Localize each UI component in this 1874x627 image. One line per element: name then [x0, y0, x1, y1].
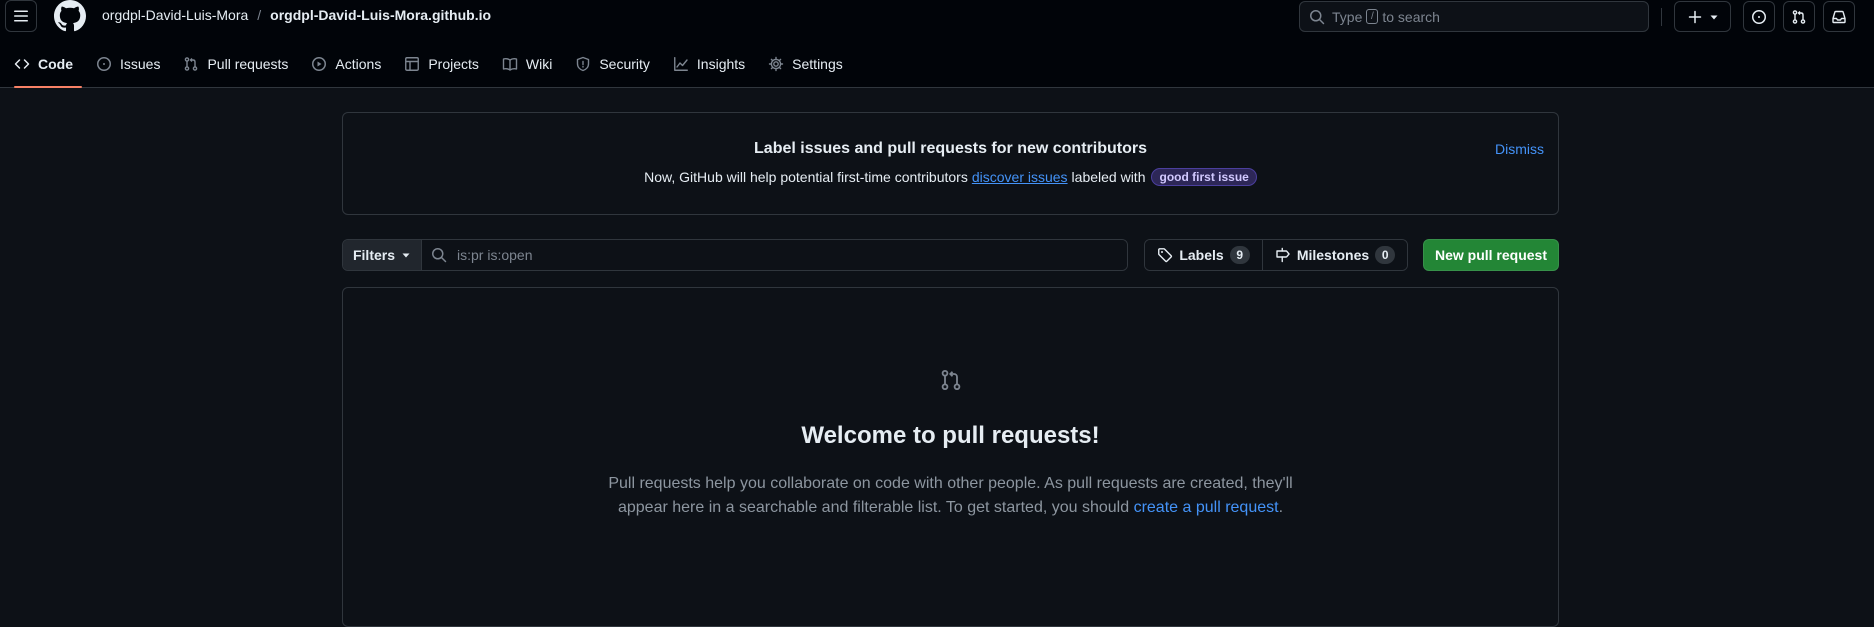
tab-insights[interactable]: Insights — [664, 48, 754, 80]
banner-description: Now, GitHub will help potential first-ti… — [343, 168, 1558, 186]
filters-label: Filters — [352, 247, 395, 263]
milestones-label: Milestones — [1296, 247, 1370, 263]
dismiss-button[interactable]: Dismiss — [1495, 141, 1544, 157]
search-icon — [431, 247, 447, 263]
app-header: orgdpl-David-Luis-Mora / orgdpl-David-Lu… — [0, 0, 1874, 88]
tab-projects[interactable]: Projects — [395, 48, 488, 80]
git-pull-request-icon — [183, 56, 199, 72]
search-shortcut-key: / — [1366, 9, 1379, 24]
search-icon — [1309, 9, 1325, 25]
pr-search-input[interactable]: is:pr is:open — [422, 240, 1127, 270]
book-icon — [502, 56, 518, 72]
filters-button[interactable]: Filters — [343, 240, 422, 270]
plus-icon — [1687, 9, 1703, 25]
table-icon — [404, 56, 420, 72]
banner-text-after: labeled with — [1071, 169, 1146, 185]
pr-search-query: is:pr is:open — [457, 247, 533, 263]
search-suffix: to search — [1382, 8, 1440, 25]
labels-milestones-group: Labels 9 Milestones 0 — [1144, 239, 1408, 271]
tab-label: Wiki — [525, 56, 553, 72]
banner-title: Label issues and pull requests for new c… — [754, 140, 1147, 157]
tab-pull-requests[interactable]: Pull requests — [174, 48, 297, 80]
tab-code[interactable]: Code — [5, 48, 82, 88]
tab-label: Insights — [696, 56, 746, 72]
tab-label: Code — [38, 56, 73, 72]
triangle-down-icon — [401, 250, 411, 260]
breadcrumb: orgdpl-David-Luis-Mora / orgdpl-David-Lu… — [102, 7, 491, 23]
labels-label: Labels — [1179, 247, 1224, 263]
tag-icon — [1157, 247, 1173, 263]
breadcrumb-separator: / — [257, 7, 262, 23]
tab-label: Pull requests — [207, 56, 289, 72]
tab-wiki[interactable]: Wiki — [493, 48, 561, 80]
blankslate-line-1: Pull requests help you collaborate on co… — [608, 475, 1293, 492]
create-pull-request-link[interactable]: create a pull request — [1134, 499, 1279, 516]
git-pull-request-icon — [1791, 9, 1807, 25]
play-icon — [311, 56, 327, 72]
repo-link[interactable]: orgdpl-David-Luis-Mora.github.io — [270, 7, 491, 23]
inbox-button[interactable] — [1823, 1, 1855, 32]
tab-label: Actions — [335, 56, 382, 72]
discover-issues-link[interactable]: discover issues — [972, 169, 1068, 185]
pull-requests-blankslate: Welcome to pull requests! Pull requests … — [342, 287, 1559, 627]
gear-icon — [768, 56, 784, 72]
blankslate-period: . — [1278, 499, 1284, 516]
inbox-icon — [1831, 9, 1847, 25]
repo-nav: Code Issues Pull requests Actions Projec… — [0, 48, 1874, 88]
git-pull-request-icon — [939, 368, 963, 392]
contributors-banner: Label issues and pull requests for new c… — [342, 112, 1559, 215]
search-input[interactable]: Type / to search — [1299, 1, 1649, 32]
blankslate-description: Pull requests help you collaborate on co… — [343, 472, 1558, 520]
good-first-issue-label[interactable]: good first issue — [1151, 168, 1257, 186]
blankslate-line-2: appear here in a searchable and filterab… — [617, 499, 1130, 516]
shield-icon — [575, 56, 591, 72]
issues-button[interactable] — [1743, 1, 1775, 32]
tab-label: Security — [599, 56, 650, 72]
tab-security[interactable]: Security — [566, 48, 659, 80]
pull-requests-button[interactable] — [1783, 1, 1815, 32]
filter-bar: Filters is:pr is:open — [342, 239, 1128, 271]
github-logo-icon[interactable] — [54, 0, 86, 32]
tab-label: Issues — [120, 56, 161, 72]
issue-opened-icon — [1751, 9, 1767, 25]
create-new-button[interactable] — [1674, 1, 1731, 32]
milestones-button[interactable]: Milestones 0 — [1262, 240, 1407, 270]
tab-issues[interactable]: Issues — [87, 48, 169, 80]
banner-text-before: Now, GitHub will help potential first-ti… — [644, 169, 968, 185]
tab-actions[interactable]: Actions — [302, 48, 390, 80]
labels-count: 9 — [1229, 246, 1250, 264]
header-divider — [1661, 8, 1662, 26]
tab-label: Projects — [428, 56, 479, 72]
tab-settings[interactable]: Settings — [759, 48, 852, 80]
code-icon — [14, 56, 30, 72]
labels-button[interactable]: Labels 9 — [1145, 240, 1262, 270]
new-pull-request-button[interactable]: New pull request — [1423, 239, 1559, 271]
issue-opened-icon — [96, 56, 112, 72]
blankslate-title: Welcome to pull requests! — [801, 422, 1100, 449]
hamburger-icon — [13, 8, 29, 24]
tab-label: Settings — [792, 56, 843, 72]
milestones-count: 0 — [1375, 246, 1396, 264]
owner-link[interactable]: orgdpl-David-Luis-Mora — [102, 7, 248, 23]
graph-icon — [673, 56, 689, 72]
milestone-icon — [1275, 247, 1291, 263]
search-prefix: Type — [1332, 8, 1363, 25]
top-bar: orgdpl-David-Luis-Mora / orgdpl-David-Lu… — [0, 0, 1874, 34]
triangle-down-icon — [1709, 12, 1719, 22]
menu-button[interactable] — [5, 0, 37, 32]
